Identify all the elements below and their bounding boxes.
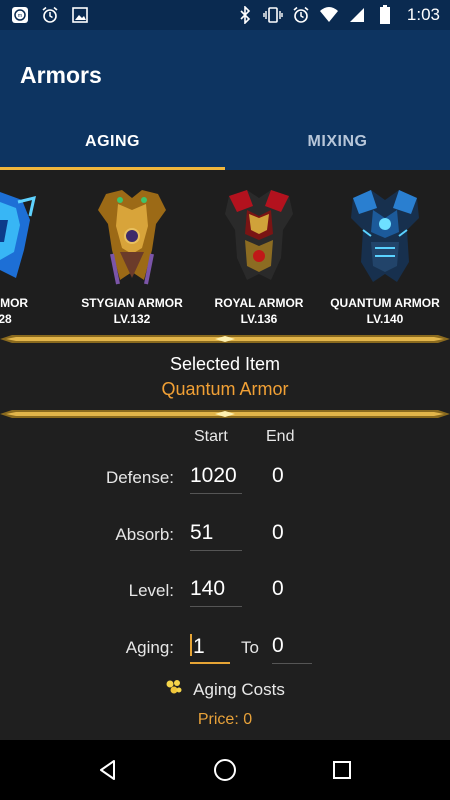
armor-item[interactable]: S ARMOR .128 xyxy=(0,170,58,338)
battery-icon xyxy=(375,5,395,25)
defense-end-value: 0 xyxy=(272,464,284,487)
armor-name: STYGIAN ARMOR xyxy=(81,296,183,310)
armor-item[interactable]: QUANTUM ARMOR LV.140 xyxy=(327,170,443,338)
text-cursor xyxy=(190,634,192,656)
app-notification-icon: m xyxy=(10,5,30,25)
end-header: End xyxy=(266,428,295,445)
tab-mixing[interactable]: MIXING xyxy=(225,114,450,170)
status-bar: m 1:03 xyxy=(0,0,450,30)
quantum-armor-icon xyxy=(351,190,419,282)
gold-divider xyxy=(0,335,450,343)
absorb-label: Absorb: xyxy=(115,525,174,544)
defense-start-field[interactable]: 1020 xyxy=(190,460,242,494)
aging-label: Aging: xyxy=(125,638,174,657)
armor-name: QUANTUM ARMOR xyxy=(330,296,440,310)
royal-armor-icon xyxy=(225,190,293,280)
back-button[interactable] xyxy=(84,746,132,794)
alarm-icon xyxy=(40,5,60,25)
back-icon xyxy=(100,760,116,780)
svg-text:m: m xyxy=(18,13,22,19)
level-label: Level: xyxy=(128,581,174,600)
cyan-armor-icon xyxy=(0,192,36,278)
absorb-end-value: 0 xyxy=(272,521,284,544)
gold-divider xyxy=(0,410,450,418)
stygian-armor-icon xyxy=(98,190,166,285)
defense-label: Defense: xyxy=(105,468,174,487)
armor-level: LV.140 xyxy=(366,312,404,326)
aging-to-field[interactable]: 0 xyxy=(272,630,312,664)
home-button[interactable] xyxy=(201,746,249,794)
bluetooth-icon xyxy=(235,5,255,25)
coins-icon xyxy=(165,678,183,701)
selected-item-label: Selected Item xyxy=(169,354,281,374)
armor-level: .128 xyxy=(0,312,12,326)
tab-label: MIXING xyxy=(307,133,368,150)
tab-label: AGING xyxy=(85,133,140,150)
signal-icon xyxy=(347,5,367,25)
aging-costs-label: Aging Costs xyxy=(193,679,285,699)
armor-name: ROYAL ARMOR xyxy=(214,296,304,310)
app-bar: Armors AGING MIXING xyxy=(0,30,450,170)
armor-item[interactable]: ROYAL ARMOR LV.136 xyxy=(201,170,317,338)
armor-carousel[interactable]: S ARMOR .128 STYGIAN ARMOR LV.132 ROYAL … xyxy=(0,170,450,338)
recents-icon xyxy=(332,761,351,779)
absorb-start-field[interactable]: 51 xyxy=(190,517,242,551)
armor-level: LV.132 xyxy=(113,312,151,326)
vibrate-icon xyxy=(263,5,283,25)
armor-level: LV.136 xyxy=(240,312,278,326)
recents-button[interactable] xyxy=(318,746,366,794)
tab-bar: AGING MIXING xyxy=(0,114,450,170)
level-end-value: 0 xyxy=(272,577,284,600)
start-header: Start xyxy=(194,428,228,445)
aging-input[interactable]: 1 xyxy=(190,630,230,664)
price-text: Price: 0 xyxy=(197,711,253,728)
wifi-icon xyxy=(319,5,339,25)
to-label: To xyxy=(241,638,259,657)
armor-item[interactable]: STYGIAN ARMOR LV.132 xyxy=(74,170,190,338)
aging-value: 1 xyxy=(193,635,205,658)
alarm-icon xyxy=(291,5,311,25)
navigation-bar xyxy=(0,740,450,800)
selected-item-value: Quantum Armor xyxy=(161,379,289,399)
image-icon xyxy=(70,5,90,25)
armor-name: S ARMOR xyxy=(0,296,29,310)
status-time: 1:03 xyxy=(406,5,440,24)
level-start-field[interactable]: 140 xyxy=(190,573,242,607)
tab-aging[interactable]: AGING xyxy=(0,114,225,170)
home-icon xyxy=(213,759,236,781)
aging-costs: Aging Costs xyxy=(0,678,450,701)
page-title: Armors xyxy=(20,62,102,88)
